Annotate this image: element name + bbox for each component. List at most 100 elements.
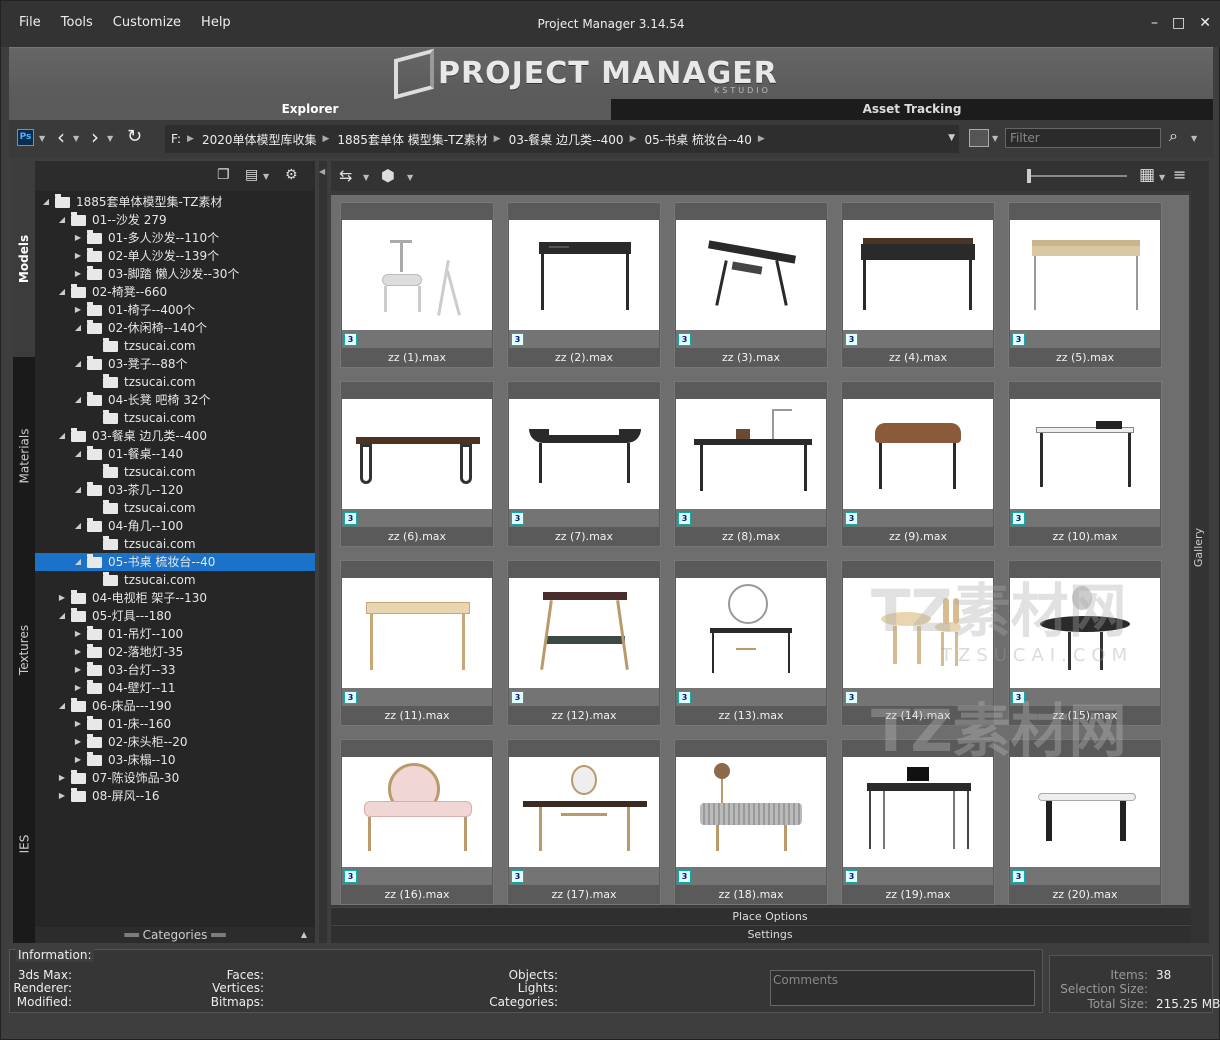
model-thumbnail[interactable]: [509, 757, 659, 867]
tree-item-selected[interactable]: ◢ 05-书桌 梳妆台--40: [35, 553, 315, 571]
chevron-right-icon[interactable]: ▶: [758, 134, 765, 144]
forward-icon[interactable]: ›: [91, 125, 99, 149]
tree-item[interactable]: ▶ 02-落地灯-35: [35, 643, 315, 661]
model-card[interactable]: 3 zz (14).max: [841, 560, 995, 726]
vtab-models[interactable]: Models: [13, 161, 35, 357]
search-icon[interactable]: ⌕: [1169, 126, 1178, 146]
model-thumbnail[interactable]: [509, 220, 659, 330]
tree-item[interactable]: ▶ 08-屏风--16: [35, 787, 315, 805]
comments-input[interactable]: [771, 971, 1034, 1005]
breadcrumb-item[interactable]: F:: [171, 132, 181, 146]
tree-item[interactable]: tzsucai.com: [35, 337, 315, 355]
drag-handle-icon[interactable]: ══: [211, 928, 225, 942]
tree-item[interactable]: ▶ 03-台灯--33: [35, 661, 315, 679]
model-card[interactable]: 3 zz (10).max: [1008, 381, 1162, 547]
expand-arrow-icon[interactable]: ▶: [73, 679, 83, 697]
ps-dropdown-icon[interactable]: ▼: [39, 134, 45, 143]
model-card[interactable]: 3 zz (2).max: [507, 202, 661, 368]
tab-explorer[interactable]: Explorer: [9, 99, 611, 120]
model-thumbnail[interactable]: [1010, 399, 1160, 509]
breadcrumb-item[interactable]: 2020单体模型库收集: [202, 131, 317, 148]
model-thumbnail[interactable]: [342, 399, 492, 509]
expand-arrow-icon[interactable]: ▶: [73, 733, 83, 751]
model-thumbnail[interactable]: [342, 578, 492, 688]
model-card[interactable]: 3 zz (4).max: [841, 202, 995, 368]
collapse-up-icon[interactable]: ▲: [301, 927, 307, 943]
collapse-arrow-icon[interactable]: ◢: [73, 391, 83, 409]
tree-item[interactable]: ▶ 02-单人沙发--139个: [35, 247, 315, 265]
model-thumbnail[interactable]: [843, 578, 993, 688]
sort-icon[interactable]: ≡: [1173, 165, 1186, 184]
model-card[interactable]: 3 zz (7).max: [507, 381, 661, 547]
tree-item[interactable]: ▶ 01-多人沙发--110个: [35, 229, 315, 247]
sync-icon[interactable]: ⇆: [339, 166, 352, 185]
tree-item[interactable]: ▶ 01-床--160: [35, 715, 315, 733]
tab-asset-tracking[interactable]: Asset Tracking: [611, 99, 1213, 120]
model-card[interactable]: 3 zz (16).max: [340, 739, 494, 905]
chevron-right-icon[interactable]: ▶: [187, 134, 194, 144]
vtab-ies[interactable]: IES: [13, 749, 35, 939]
tree-item[interactable]: ▶ 01-吊灯--100: [35, 625, 315, 643]
collapse-arrow-icon[interactable]: ◢: [57, 697, 67, 715]
drag-handle-icon[interactable]: ══: [124, 928, 138, 942]
close-icon[interactable]: ✕: [1199, 15, 1211, 31]
tree-item[interactable]: ▶ 03-脚踏 懒人沙发--30个: [35, 265, 315, 283]
collapse-arrow-icon[interactable]: ◢: [73, 553, 83, 571]
collapse-arrow-icon[interactable]: ◢: [73, 319, 83, 337]
tree-item[interactable]: ◢ 04-角几--100: [35, 517, 315, 535]
collapse-arrow-icon[interactable]: ◢: [73, 517, 83, 535]
model-thumbnail[interactable]: [342, 220, 492, 330]
breadcrumb-item[interactable]: 03-餐桌 边几类--400: [509, 131, 624, 148]
model-thumbnail[interactable]: [1010, 578, 1160, 688]
tree-item[interactable]: ◢ 03-茶几--120: [35, 481, 315, 499]
vtab-textures[interactable]: Textures: [13, 555, 35, 745]
model-thumbnail[interactable]: [843, 757, 993, 867]
collapse-left-icon[interactable]: ◀: [319, 167, 325, 176]
chevron-right-icon[interactable]: ▶: [322, 134, 329, 144]
model-card[interactable]: 3 zz (18).max: [674, 739, 828, 905]
expand-arrow-icon[interactable]: ▶: [73, 715, 83, 733]
model-thumbnail[interactable]: [342, 757, 492, 867]
model-thumbnail[interactable]: [676, 578, 826, 688]
refresh-icon[interactable]: ↻: [127, 126, 142, 147]
expand-arrow-icon[interactable]: ▶: [73, 301, 83, 319]
settings-bar[interactable]: Settings▲: [331, 925, 1209, 943]
gallery-tab[interactable]: Gallery: [1191, 161, 1209, 943]
model-card[interactable]: 3 zz (9).max: [841, 381, 995, 547]
model-card[interactable]: 3 zz (8).max: [674, 381, 828, 547]
expand-arrow-icon[interactable]: ▶: [73, 661, 83, 679]
model-card[interactable]: 3 zz (5).max: [1008, 202, 1162, 368]
checklist-icon[interactable]: [969, 129, 989, 147]
expand-arrow-icon[interactable]: ▶: [73, 229, 83, 247]
tree-item[interactable]: ◢ 03-凳子--88个: [35, 355, 315, 373]
gear-icon[interactable]: ⚙: [285, 167, 298, 183]
tree-item[interactable]: ◢ 01--沙发 279: [35, 211, 315, 229]
collapse-arrow-icon[interactable]: ◢: [73, 355, 83, 373]
collapse-arrow-icon[interactable]: ◢: [57, 283, 67, 301]
breadcrumb-item[interactable]: 1885套单体 模型集-TZ素材: [337, 131, 487, 148]
chevron-right-icon[interactable]: ▶: [494, 134, 501, 144]
breadcrumb-dropdown-icon[interactable]: ▼: [948, 133, 955, 143]
model-card[interactable]: 3 zz (6).max: [340, 381, 494, 547]
model-card[interactable]: 3 zz (17).max: [507, 739, 661, 905]
tree-item[interactable]: ▶ 03-床榻--10: [35, 751, 315, 769]
collapse-arrow-icon[interactable]: ◢: [73, 445, 83, 463]
expand-arrow-icon[interactable]: ▶: [73, 265, 83, 283]
tree-item[interactable]: tzsucai.com: [35, 463, 315, 481]
chevron-right-icon[interactable]: ▶: [630, 134, 637, 144]
model-card[interactable]: 3 zz (12).max: [507, 560, 661, 726]
filter-input[interactable]: [1006, 129, 1160, 147]
sync-dropdown-icon[interactable]: ▼: [363, 173, 369, 182]
expand-arrow-icon[interactable]: ▶: [57, 769, 67, 787]
layout-dropdown-icon[interactable]: ▼: [263, 172, 269, 181]
forward-dropdown-icon[interactable]: ▼: [107, 134, 113, 143]
back-icon[interactable]: ‹: [57, 125, 65, 149]
expand-arrow-icon[interactable]: ▶: [57, 589, 67, 607]
checklist-dropdown-icon[interactable]: ▼: [992, 134, 998, 143]
model-card[interactable]: 3 zz (20).max: [1008, 739, 1162, 905]
model-card[interactable]: 3 zz (13).max: [674, 560, 828, 726]
collapse-arrow-icon[interactable]: ◢: [57, 211, 67, 229]
expand-arrow-icon[interactable]: ▶: [73, 247, 83, 265]
tree-item[interactable]: ▶ 01-椅子--400个: [35, 301, 315, 319]
expand-arrow-icon[interactable]: ▶: [73, 751, 83, 769]
